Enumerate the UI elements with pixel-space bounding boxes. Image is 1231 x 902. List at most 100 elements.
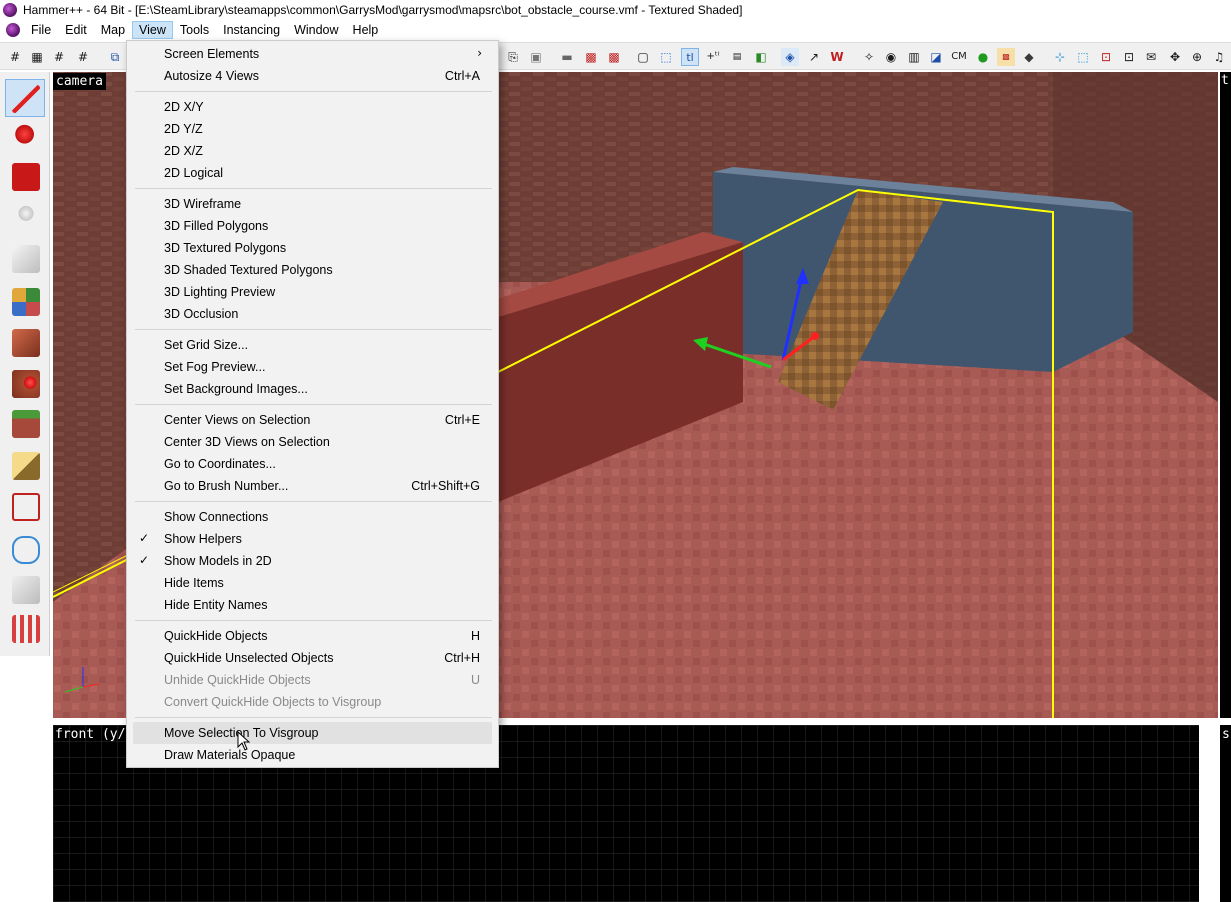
tl-icon[interactable]: tl (681, 48, 699, 66)
menu-item-show-helpers[interactable]: ✓ Show Helpers (133, 528, 492, 550)
menu-item-show-models-in-2d[interactable]: ✓ Show Models in 2D (133, 550, 492, 572)
search-icon[interactable]: ⊕ (1188, 48, 1206, 66)
menu-item-center-views[interactable]: Center Views on Selection Ctrl+E (133, 409, 492, 431)
menu-view[interactable]: View (132, 20, 173, 39)
apply-texture-icon (12, 329, 40, 357)
grid-dots-icon[interactable]: ▦ (28, 48, 46, 66)
chat-icon[interactable]: ✉ (1142, 48, 1160, 66)
menu-item-3d-filled-polygons[interactable]: 3D Filled Polygons (133, 215, 492, 237)
menu-item-go-to-brush-number[interactable]: Go to Brush Number... Ctrl+Shift+G (133, 475, 492, 497)
menu-help[interactable]: Help (346, 21, 386, 39)
magnify-tool[interactable] (5, 117, 45, 155)
document-icon[interactable] (6, 22, 20, 37)
vertex-tool[interactable] (5, 487, 45, 525)
nodraw-icon[interactable]: ▩ (997, 48, 1015, 66)
menu-item-set-background-images[interactable]: Set Background Images... (133, 378, 492, 400)
paste-icon[interactable]: ▣ (527, 48, 545, 66)
menu-item-go-to-coordinates[interactable]: Go to Coordinates... (133, 453, 492, 475)
run-icon[interactable]: ✥ (1166, 48, 1184, 66)
menu-item-label: 3D Textured Polygons (164, 241, 287, 255)
submenu-arrow-icon: › (477, 46, 482, 60)
top-viewport-edge[interactable] (1220, 72, 1231, 718)
run-map-icon[interactable]: ↗ (805, 48, 823, 66)
clipping-tool[interactable] (5, 446, 45, 484)
terrain-tool[interactable] (5, 609, 45, 647)
menu-item-label: Autosize 4 Views (164, 69, 259, 83)
menu-item-quickhide-objects[interactable]: QuickHide Objects H (133, 625, 492, 647)
overlay-tool[interactable] (5, 404, 45, 442)
checkmark-icon: ✓ (139, 531, 150, 545)
models-icon[interactable]: ◈ (781, 48, 799, 66)
menu-item-hide-entity-names[interactable]: Hide Entity Names (133, 594, 492, 616)
add-helper-icon[interactable]: ⊹ (1051, 48, 1069, 66)
sound-icon[interactable]: ♫ (1210, 48, 1228, 66)
ab-icon[interactable]: ◆ (1020, 48, 1038, 66)
menu-item-3d-lighting-preview[interactable]: 3D Lighting Preview (133, 281, 492, 303)
menu-item-draw-materials-opaque[interactable]: Draw Materials Opaque (133, 744, 492, 766)
vertex-tool-icon (12, 493, 40, 521)
cursor-icon[interactable]: ⬚ (1074, 48, 1092, 66)
compile-icon[interactable]: W (828, 48, 846, 66)
menu-instancing[interactable]: Instancing (216, 21, 287, 39)
fx-icon[interactable]: ⊡ (1097, 48, 1115, 66)
block-tool[interactable] (5, 239, 45, 277)
flags-icon[interactable]: ▥ (905, 48, 923, 66)
group-icon[interactable]: ▩ (605, 48, 623, 66)
menu-item-center-3d-views[interactable]: Center 3D Views on Selection (133, 431, 492, 453)
sprinkle-tool[interactable] (5, 570, 45, 608)
entity-tool[interactable] (5, 199, 45, 237)
texture-application-tool[interactable] (5, 282, 45, 320)
cm-icon[interactable]: CM (948, 48, 970, 66)
grid-smaller-icon[interactable]: # (50, 48, 68, 66)
menu-item-3d-textured-polygons[interactable]: 3D Textured Polygons (133, 237, 492, 259)
menu-item-2d-xz[interactable]: 2D X/Z (133, 140, 492, 162)
menu-item-3d-shaded-textured[interactable]: 3D Shaded Textured Polygons (133, 259, 492, 281)
selection-tool[interactable] (5, 79, 45, 117)
cameras-icon[interactable]: ⧉ (106, 48, 124, 66)
menu-item-3d-wireframe[interactable]: 3D Wireframe (133, 193, 492, 215)
menu-item-label: QuickHide Objects (164, 629, 268, 643)
menu-file[interactable]: File (24, 21, 58, 39)
apply-texture-tool[interactable] (5, 323, 45, 361)
cordon-icon[interactable]: ◧ (752, 48, 770, 66)
menu-item-set-grid-size[interactable]: Set Grid Size... (133, 334, 492, 356)
grid-larger-icon[interactable]: # (74, 48, 92, 66)
menu-item-show-connections[interactable]: Show Connections (133, 506, 492, 528)
select-icon[interactable]: ▢ (634, 48, 652, 66)
lock-icon[interactable]: +ᵗˡ (704, 48, 722, 66)
path-tool[interactable] (5, 530, 45, 568)
entity-icon[interactable]: ◪ (927, 48, 945, 66)
menu-item-2d-yz[interactable]: 2D Y/Z (133, 118, 492, 140)
ab-toggle-icon[interactable]: ⊡ (1120, 48, 1138, 66)
side-viewport-edge[interactable] (1220, 725, 1231, 902)
menu-tools[interactable]: Tools (173, 21, 216, 39)
menu-item-set-fog-preview[interactable]: Set Fog Preview... (133, 356, 492, 378)
texture-lock-icon[interactable]: ▩ (582, 48, 600, 66)
menu-item-3d-occlusion[interactable]: 3D Occlusion (133, 303, 492, 325)
hide-icon[interactable]: ▤ (728, 48, 746, 66)
menu-item-screen-elements[interactable]: Screen Elements › (133, 43, 492, 65)
menu-window[interactable]: Window (287, 21, 345, 39)
camera-tool[interactable] (5, 157, 45, 195)
menu-item-hide-items[interactable]: Hide Items (133, 572, 492, 594)
menu-item-label: Show Connections (164, 510, 269, 524)
menu-item-2d-xy[interactable]: 2D X/Y (133, 96, 492, 118)
menu-item-move-selection-to-visgroup[interactable]: Move Selection To Visgroup (133, 722, 492, 744)
menu-item-autosize-4-views[interactable]: Autosize 4 Views Ctrl+A (133, 65, 492, 87)
menu-edit[interactable]: Edit (58, 21, 94, 39)
snap-icon[interactable]: ◉ (882, 48, 900, 66)
menu-item-label: Hide Entity Names (164, 598, 268, 612)
carve-icon[interactable]: ▬ (558, 48, 576, 66)
menu-map[interactable]: Map (94, 21, 132, 39)
grid-icon[interactable]: # (6, 48, 24, 66)
menu-item-2d-logical[interactable]: 2D Logical (133, 162, 492, 184)
lighting-icon[interactable]: ● (974, 48, 992, 66)
magnify-tool-icon (12, 123, 40, 151)
menu-item-quickhide-unselected[interactable]: QuickHide Unselected Objects Ctrl+H (133, 647, 492, 669)
menu-item-label: QuickHide Unselected Objects (164, 651, 334, 665)
ungroup-icon[interactable]: ⬚ (657, 48, 675, 66)
decal-tool[interactable] (5, 364, 45, 402)
copy-icon[interactable]: ⎘ (504, 48, 522, 66)
move-icon[interactable]: ✧ (860, 48, 878, 66)
menu-item-shortcut: H (470, 629, 480, 643)
